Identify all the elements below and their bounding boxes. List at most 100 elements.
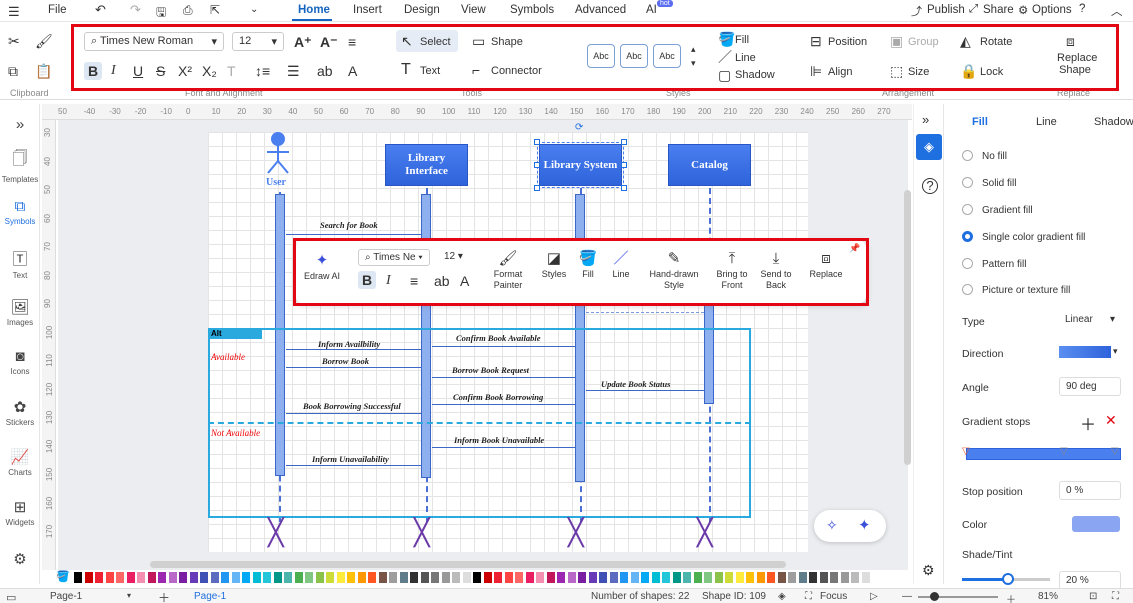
print-icon[interactable]: ⎙ [183,3,193,18]
color-swatch[interactable] [651,572,660,583]
sidebar-settings-icon[interactable]: ⚙ [0,550,40,568]
tab-fill[interactable]: Fill [972,116,988,128]
message-arrow[interactable] [432,377,575,378]
italic-icon[interactable]: I [386,274,391,288]
color-swatch[interactable] [410,572,418,583]
color-swatch[interactable] [494,572,502,583]
sidebar-item-symbols[interactable]: ⧉ Symbols [0,198,40,226]
color-swatch[interactable] [315,572,324,583]
color-palette[interactable]: 🪣 [56,570,906,584]
page-tab-1[interactable]: Page-1 [194,591,226,602]
pin-icon[interactable]: 📌 [849,243,860,254]
tab-ai[interactable]: AI [646,4,657,16]
zoom-slider-handle[interactable] [930,592,939,601]
color-swatch[interactable] [662,572,670,583]
color-swatch[interactable] [504,572,513,583]
size-button[interactable]: Size [908,66,929,78]
text-label[interactable]: Text [420,65,440,77]
color-swatch[interactable] [767,572,775,583]
radio-solid-fill[interactable]: Solid fill [962,177,1016,189]
color-swatch[interactable] [473,572,481,583]
color-swatch[interactable] [630,572,639,583]
actor-head[interactable] [271,132,285,146]
color-swatch[interactable] [851,572,859,583]
color-swatch[interactable] [399,572,408,583]
focus-button[interactable]: Focus [820,591,847,602]
color-swatch[interactable] [525,572,534,583]
color-swatch[interactable] [368,572,376,583]
fill-button[interactable]: 🪣 Fill [574,249,602,279]
color-swatch[interactable] [588,572,597,583]
undo-icon[interactable]: ↶ [95,2,106,18]
save-icon[interactable]: 🖫 [156,3,166,24]
color-swatch[interactable] [210,572,219,583]
font-color-icon[interactable]: A [348,64,357,78]
color-swatch[interactable] [336,572,345,583]
lifeline-box-library-interface[interactable]: Library Interface [385,144,468,186]
angle-input[interactable]: 90 deg [1059,377,1121,396]
color-swatch[interactable] [830,572,838,583]
copy-icon[interactable]: ⧉ [8,64,18,78]
focus-icon[interactable]: ⛶ [805,591,812,602]
tab-advanced[interactable]: Advanced [575,4,626,16]
color-swatch[interactable] [641,572,649,583]
connector-icon[interactable]: ⌐ [472,63,480,77]
color-swatch[interactable] [84,572,93,583]
horizontal-scrollbar[interactable] [150,561,786,568]
format-brush-icon[interactable]: 🖌 [35,34,53,48]
resize-handle[interactable] [534,139,540,145]
font-color-icon[interactable]: A [460,274,469,288]
color-swatch[interactable] [252,572,261,583]
sidebar-item-charts[interactable]: 📈 Charts [0,448,40,477]
color-swatch[interactable] [294,572,303,583]
color-swatch[interactable] [620,572,628,583]
zoom-in-icon[interactable]: ＋ [1006,591,1016,603]
message-arrow[interactable] [432,447,575,448]
resize-handle[interactable] [621,185,627,191]
color-swatch[interactable] [168,572,177,583]
color-swatch[interactable] [483,572,492,583]
color-swatch[interactable] [137,572,145,583]
message-arrow[interactable] [286,349,421,350]
color-swatch[interactable] [683,572,691,583]
color-swatch[interactable] [431,572,439,583]
style-preset-3[interactable]: Abc [653,44,681,68]
format-painter-button[interactable]: 🖌 Format Painter [486,249,530,291]
chevron-down-icon[interactable]: ▾ [1113,346,1118,357]
resize-handle[interactable] [534,162,540,168]
position-button[interactable]: Position [828,36,867,48]
radio-picture-fill[interactable]: Picture or texture fill [962,284,1070,296]
color-swatch[interactable] [420,572,429,583]
color-swatch[interactable] [567,572,576,583]
color-swatch[interactable] [242,572,250,583]
resize-handle[interactable] [621,162,627,168]
color-swatch[interactable] [305,572,313,583]
paste-icon[interactable]: 📋 [35,64,52,78]
rotate-button[interactable]: Rotate [980,36,1012,48]
color-swatch[interactable] [126,572,135,583]
color-swatch[interactable] [347,572,355,583]
export-icon[interactable]: ⇱ [210,3,220,17]
color-swatch[interactable] [798,572,807,583]
clear-format-icon[interactable]: T [227,64,236,78]
line-button[interactable]: Line [735,52,756,64]
style-preset-2[interactable]: Abc [620,44,648,68]
chevron-down-icon[interactable]: ▾ [127,591,131,600]
color-swatch[interactable] [357,572,366,583]
radio-pattern-fill[interactable]: Pattern fill [962,258,1026,270]
fill-panel-icon[interactable]: ◈ [916,134,942,160]
message-arrow[interactable] [432,346,575,347]
radio-single-color-gradient[interactable]: Single color gradient fill [962,231,1085,243]
italic-icon[interactable]: I [111,64,116,78]
help-icon[interactable]: ? [1079,3,1085,15]
gradient-bar[interactable] [966,448,1121,460]
vertical-scrollbar[interactable] [904,190,911,465]
page-layout-icon[interactable]: ▭ [6,591,16,603]
hamburger-icon[interactable]: ☰ [8,4,20,20]
bullet-list-icon[interactable]: ☰ [287,64,300,78]
radio-gradient-fill[interactable]: Gradient fill [962,204,1033,216]
tab-view[interactable]: View [461,4,486,16]
message-arrow[interactable] [586,390,704,391]
color-swatch[interactable] [1072,516,1120,532]
color-swatch[interactable] [179,572,187,583]
